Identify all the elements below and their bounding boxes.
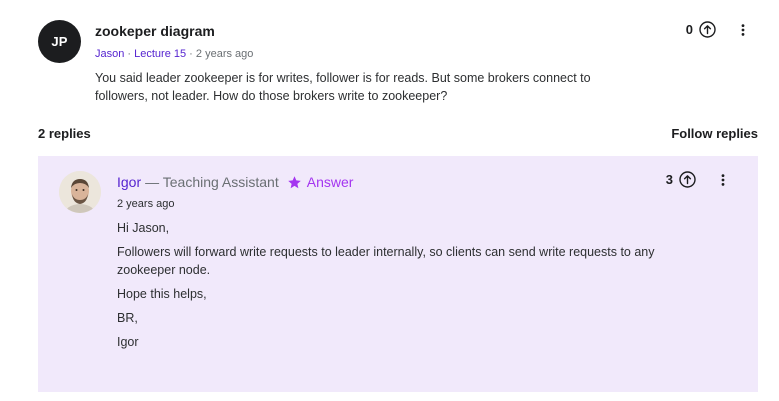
reply-paragraph: BR, (117, 311, 138, 325)
reply-timestamp: 2 years ago (117, 198, 175, 210)
star-icon (287, 175, 302, 190)
answer-badge: Answer (306, 174, 354, 190)
reply-header: Igor — Teaching Assistant Answer (117, 174, 353, 190)
reply-paragraph: Followers will forward write requests to… (117, 245, 655, 277)
reply-post: Igor — Teaching Assistant Answer 2 years… (38, 156, 758, 392)
meta-separator: · (186, 48, 196, 60)
qa-thread: JP zookeper diagram Jason · Lecture 15 ·… (0, 0, 779, 401)
arrow-up-circle-icon[interactable] (679, 171, 696, 188)
replies-count: 2 replies (38, 126, 91, 141)
reply-paragraph: Igor (117, 335, 139, 349)
question-author-link[interactable]: Jason (95, 48, 124, 60)
reply-actions: 3 (666, 171, 730, 188)
question-title[interactable]: zookeper diagram (95, 23, 215, 39)
reply-paragraph: Hi Jason, (117, 221, 170, 235)
avatar[interactable] (59, 171, 101, 213)
meta-separator: · (124, 48, 135, 60)
question-post: JP zookeper diagram Jason · Lecture 15 ·… (38, 18, 758, 108)
question-timestamp: 2 years ago (195, 48, 254, 60)
reply-paragraph: Hope this helps, (117, 287, 207, 301)
question-actions: 0 (686, 21, 750, 38)
reply-body: Hi Jason, Followers will forward write r… (117, 219, 677, 357)
question-body: You said leader zookeeper is for writes,… (95, 71, 591, 103)
arrow-up-circle-icon[interactable] (699, 21, 716, 38)
question-vote-count: 0 (685, 22, 693, 37)
reply-author-role: — Teaching Assistant (145, 174, 279, 190)
lecture-link[interactable]: Lecture 15 (134, 48, 186, 60)
reply-author-link[interactable]: Igor (117, 174, 141, 190)
vertical-ellipsis-icon[interactable] (716, 171, 730, 188)
question-meta: Jason · Lecture 15 · 2 years ago (95, 48, 253, 60)
reply-vote-count: 3 (665, 172, 673, 187)
avatar[interactable]: JP (38, 20, 81, 63)
vertical-ellipsis-icon[interactable] (736, 21, 750, 38)
follow-replies-button[interactable]: Follow replies (671, 126, 758, 141)
replies-header: 2 replies Follow replies (38, 126, 758, 144)
